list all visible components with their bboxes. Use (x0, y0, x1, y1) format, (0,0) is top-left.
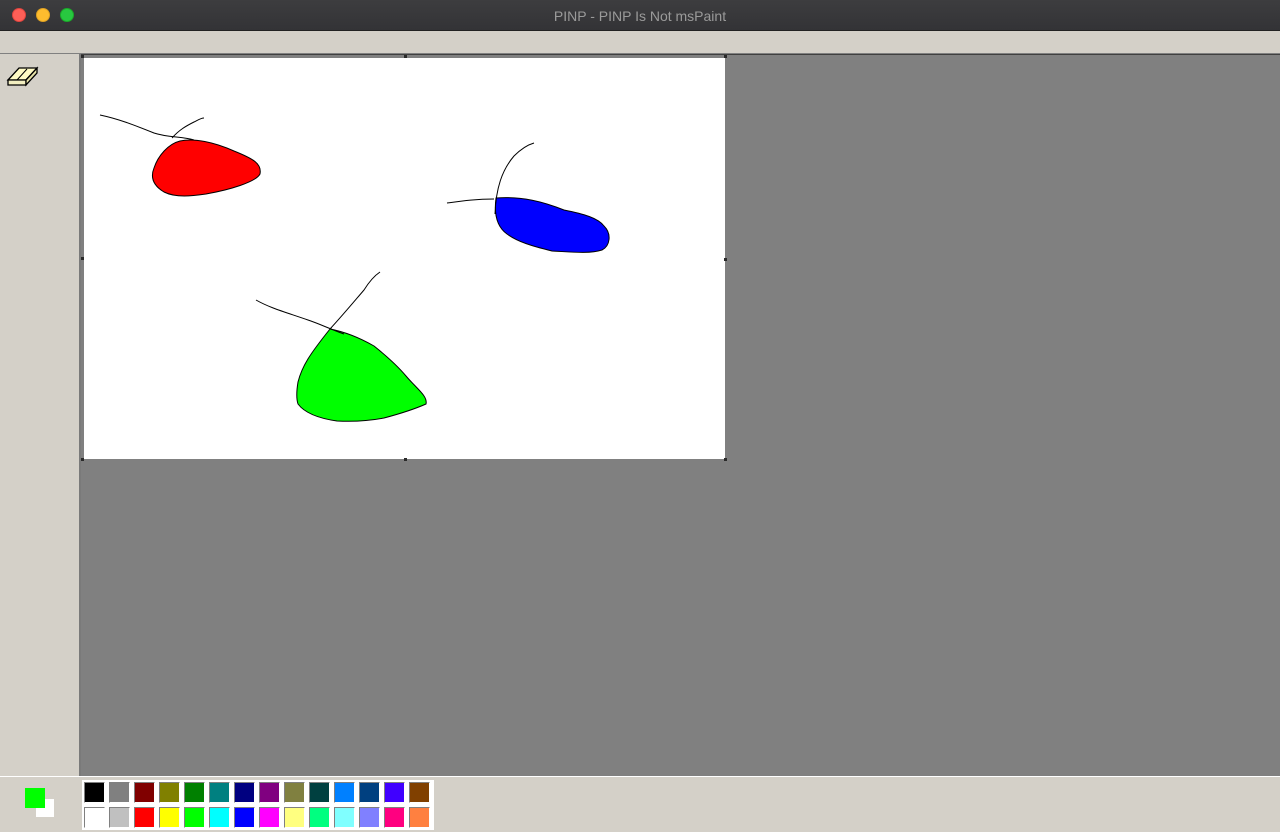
blue-blob (494, 197, 610, 253)
blue-blob-stroke (446, 198, 495, 204)
eraser-tool-button[interactable] (5, 59, 39, 89)
palette-swatch[interactable] (259, 782, 280, 803)
red-blob (151, 139, 261, 197)
green-blob (296, 328, 427, 422)
palette-swatch[interactable] (159, 782, 180, 803)
resize-handle-sw (81, 458, 84, 461)
palette-swatch[interactable] (409, 807, 430, 828)
palette-swatch[interactable] (384, 782, 405, 803)
eraser-icon (6, 66, 39, 87)
palette-swatch[interactable] (209, 782, 230, 803)
palette-swatch[interactable] (134, 807, 155, 828)
resize-handle-w (81, 257, 84, 260)
palette-swatch[interactable] (259, 807, 280, 828)
menu-bar (0, 31, 1280, 54)
palette-swatch[interactable] (284, 782, 305, 803)
palette-swatch[interactable] (384, 807, 405, 828)
current-colors-indicator (22, 786, 58, 822)
palette-swatch[interactable] (209, 807, 230, 828)
palette-swatch[interactable] (234, 782, 255, 803)
palette-swatch[interactable] (309, 807, 330, 828)
palette-swatch[interactable] (234, 807, 255, 828)
resize-handle-ne (724, 55, 727, 58)
palette-swatch[interactable] (409, 782, 430, 803)
red-blob-stroke (171, 117, 205, 139)
palette-swatch[interactable] (284, 807, 305, 828)
palette-swatch[interactable] (334, 807, 355, 828)
resize-handle-nw (81, 55, 84, 58)
palette-grid (82, 780, 434, 830)
window-title: PINP - PINP Is Not msPaint (553, 8, 727, 24)
canvas-drawing (99, 114, 610, 422)
palette-swatch[interactable] (84, 807, 105, 828)
palette-swatch[interactable] (184, 782, 205, 803)
drawing-workspace (81, 54, 1280, 776)
toolbox (0, 54, 81, 776)
red-blob-stroke (99, 114, 195, 141)
title-bar: PINP - PINP Is Not msPaint (0, 0, 1280, 31)
palette-swatch[interactable] (109, 782, 130, 803)
palette-swatch[interactable] (159, 807, 180, 828)
palette-swatch[interactable] (184, 807, 205, 828)
foreground-color-swatch[interactable] (25, 788, 45, 808)
resize-handle-n (404, 55, 407, 58)
color-palette-bar (0, 776, 1280, 832)
resize-handle-s[interactable] (404, 458, 407, 461)
palette-swatch[interactable] (309, 782, 330, 803)
green-blob-stroke (255, 299, 345, 335)
palette-swatch[interactable] (359, 807, 380, 828)
palette-swatch[interactable] (84, 782, 105, 803)
palette-swatch[interactable] (359, 782, 380, 803)
palette-swatch[interactable] (334, 782, 355, 803)
resize-handle-e[interactable] (724, 258, 727, 261)
green-blob-stroke (329, 271, 381, 330)
resize-handle-se[interactable] (724, 458, 727, 461)
drawing-canvas[interactable] (84, 58, 725, 459)
palette-swatch[interactable] (134, 782, 155, 803)
palette-swatch[interactable] (109, 807, 130, 828)
